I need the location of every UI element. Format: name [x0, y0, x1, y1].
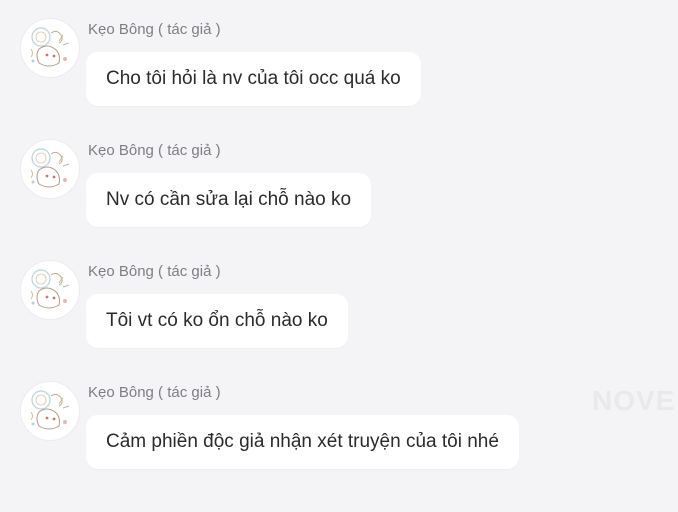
message-bubble: Tôi vt có ko ổn chỗ nào ko [86, 294, 348, 348]
chat-message: Kẹo Bông ( tác giả ) Cho tôi hỏi là nv c… [20, 18, 660, 128]
chat-thread: Kẹo Bông ( tác giả ) Cho tôi hỏi là nv c… [0, 0, 678, 512]
sketch-avatar-icon [30, 148, 70, 188]
chat-message: Kẹo Bông ( tác giả ) Tôi vt có ko ổn chỗ… [20, 260, 660, 370]
sketch-avatar-icon [30, 390, 70, 430]
site-watermark: NOVE [592, 385, 676, 416]
author-avatar[interactable] [20, 260, 80, 320]
author-name[interactable]: Kẹo Bông ( tác giả ) [88, 263, 221, 280]
chat-message: Kẹo Bông ( tác giả ) Nv có cần sửa lại c… [20, 139, 660, 249]
author-name[interactable]: Kẹo Bông ( tác giả ) [88, 142, 221, 159]
chat-message: Kẹo Bông ( tác giả ) Cảm phiền độc giả n… [20, 381, 660, 491]
message-bubble: Cho tôi hỏi là nv của tôi occ quá ko [86, 52, 421, 106]
sketch-avatar-icon [30, 269, 70, 309]
sketch-avatar-icon [30, 27, 70, 67]
author-avatar[interactable] [20, 18, 80, 78]
author-name[interactable]: Kẹo Bông ( tác giả ) [88, 384, 221, 401]
author-name[interactable]: Kẹo Bông ( tác giả ) [88, 21, 221, 38]
message-bubble: Nv có cần sửa lại chỗ nào ko [86, 173, 372, 227]
author-avatar[interactable] [20, 139, 80, 199]
message-bubble: Cảm phiền độc giả nhận xét truyện của tô… [86, 415, 519, 469]
author-avatar[interactable] [20, 381, 80, 441]
